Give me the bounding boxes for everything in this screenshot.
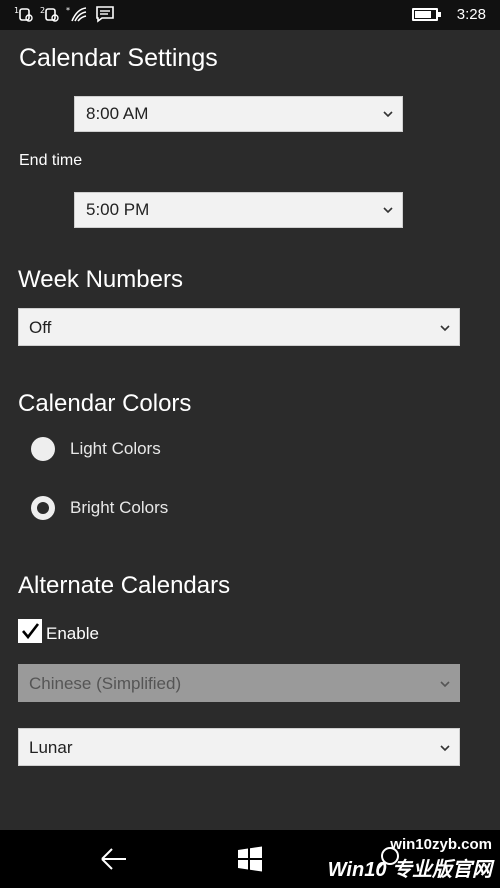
watermark-text: Win10 专业版官网: [327, 859, 492, 881]
message-icon: [96, 6, 114, 23]
chevron-down-icon: [383, 207, 393, 214]
start-time-select[interactable]: 8:00 AM: [74, 96, 403, 132]
calendar-type-value: Lunar: [29, 738, 73, 757]
svg-text:*: *: [66, 6, 70, 15]
start-button[interactable]: [230, 842, 270, 876]
bright-colors-radio[interactable]: [31, 496, 55, 520]
svg-text:1: 1: [14, 6, 19, 15]
page-title: Calendar Settings: [19, 44, 218, 72]
week-numbers-value: Off: [29, 318, 52, 337]
light-colors-radio[interactable]: [31, 437, 55, 461]
settings-content[interactable]: 8:00 AM End time 5:00 PM Week Numbers Of…: [0, 88, 500, 830]
watermark-url: win10zyb.com: [390, 836, 492, 853]
light-colors-label: Light Colors: [70, 439, 161, 458]
calendar-type-select[interactable]: Lunar: [18, 728, 460, 766]
status-bar: 1 2 * 3:28: [0, 0, 500, 30]
battery-icon: [412, 8, 441, 21]
back-button[interactable]: [94, 842, 134, 876]
end-time-label: End time: [19, 152, 83, 169]
status-time: 3:28: [456, 6, 486, 23]
svg-text:2: 2: [40, 6, 45, 15]
enable-label: Enable: [46, 624, 99, 643]
week-numbers-select[interactable]: Off: [18, 308, 460, 346]
watermark: win10zyb.com Win10 专业版官网: [328, 836, 492, 882]
chevron-down-icon: [440, 745, 450, 752]
wifi-icon: *: [66, 6, 87, 22]
navigation-bar: win10zyb.com Win10 专业版官网: [0, 830, 500, 888]
bright-colors-label: Bright Colors: [70, 498, 169, 517]
end-time-value: 5:00 PM: [86, 200, 150, 219]
chevron-down-icon: [383, 111, 393, 118]
chevron-down-icon: [440, 681, 450, 688]
missed-call-icon: 1: [14, 6, 33, 22]
chevron-down-icon: [440, 325, 450, 332]
enable-checkbox[interactable]: [18, 619, 42, 643]
windows-icon: [238, 846, 262, 872]
end-time-select[interactable]: 5:00 PM: [74, 192, 403, 228]
alternate-calendars-heading: Alternate Calendars: [18, 572, 231, 599]
week-numbers-heading: Week Numbers: [18, 266, 183, 293]
calendar-colors-heading: Calendar Colors: [18, 390, 192, 417]
start-time-value: 8:00 AM: [86, 104, 149, 123]
checkmark-icon: [22, 623, 40, 640]
back-icon: [101, 848, 126, 870]
missed-call-icon: 2: [40, 6, 59, 22]
calendar-language-select[interactable]: Chinese (Simplified): [18, 664, 460, 702]
title-bar: Calendar Settings: [0, 30, 500, 88]
calendar-language-value: Chinese (Simplified): [29, 674, 182, 693]
